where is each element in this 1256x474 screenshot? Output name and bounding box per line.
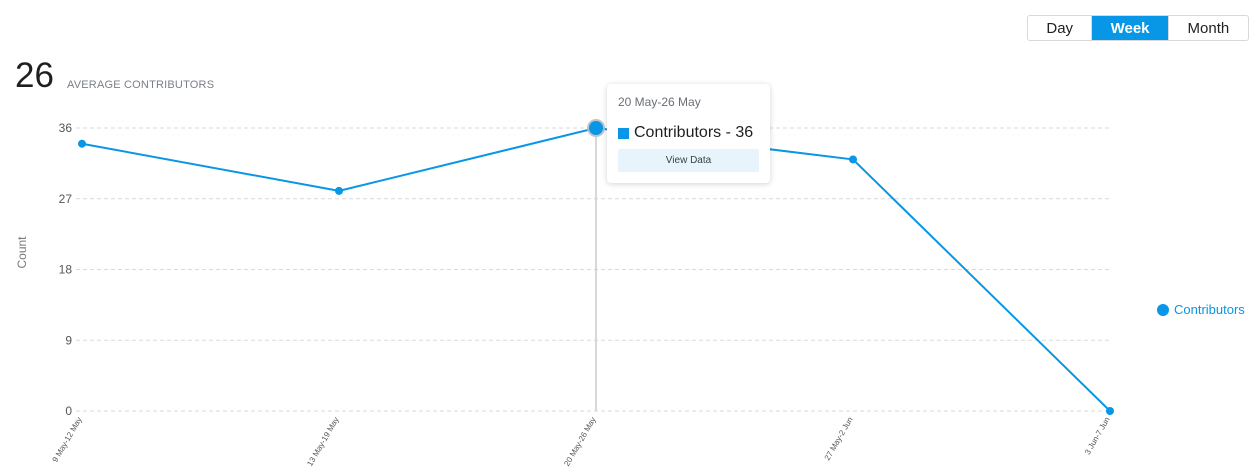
x-tick-label: 3 Jun-7 Jun	[1083, 416, 1112, 457]
y-tick-label: 18	[59, 263, 73, 277]
x-tick-label: 20 May-26 May	[562, 416, 597, 468]
y-tick-label: 36	[59, 121, 73, 135]
square-marker-icon	[618, 127, 629, 139]
x-tick-label: 13 May-19 May	[305, 416, 340, 468]
circle-marker-icon	[1157, 303, 1169, 316]
tooltip-series-value: Contributors - 36	[634, 124, 754, 141]
legend-item-contributors[interactable]: Contributors	[1157, 302, 1245, 317]
y-tick-labels: 0 9 18 27 36	[59, 121, 73, 418]
data-point[interactable]	[849, 155, 857, 164]
data-point[interactable]	[78, 139, 86, 148]
x-tick-label: 9 May-12 May	[51, 416, 84, 464]
y-axis-title: Count	[15, 236, 29, 269]
y-tick-label: 0	[65, 404, 72, 418]
data-point[interactable]	[335, 186, 343, 195]
x-tick-label: 27 May-2 Jun	[823, 416, 855, 462]
y-tick-label: 9	[65, 333, 72, 347]
view-data-button[interactable]: View Data	[618, 149, 759, 172]
x-tick-labels: 9 May-12 May 13 May-19 May 20 May-26 May 27…	[51, 416, 1112, 468]
data-point-highlighted[interactable]	[589, 121, 603, 135]
line-chart: 0 9 18 27 36 Count 9 May-12 May 13 May-19 May…	[15, 119, 1114, 468]
y-tick-label: 27	[59, 192, 73, 206]
chart-tooltip: 20 May-26 May Contributors - 36 View Dat…	[607, 84, 770, 183]
data-point[interactable]	[1106, 407, 1114, 415]
tooltip-date: 20 May-26 May	[618, 95, 701, 109]
tooltip-series-row: Contributors - 36	[618, 124, 753, 142]
legend-label: Contributors	[1174, 302, 1245, 317]
